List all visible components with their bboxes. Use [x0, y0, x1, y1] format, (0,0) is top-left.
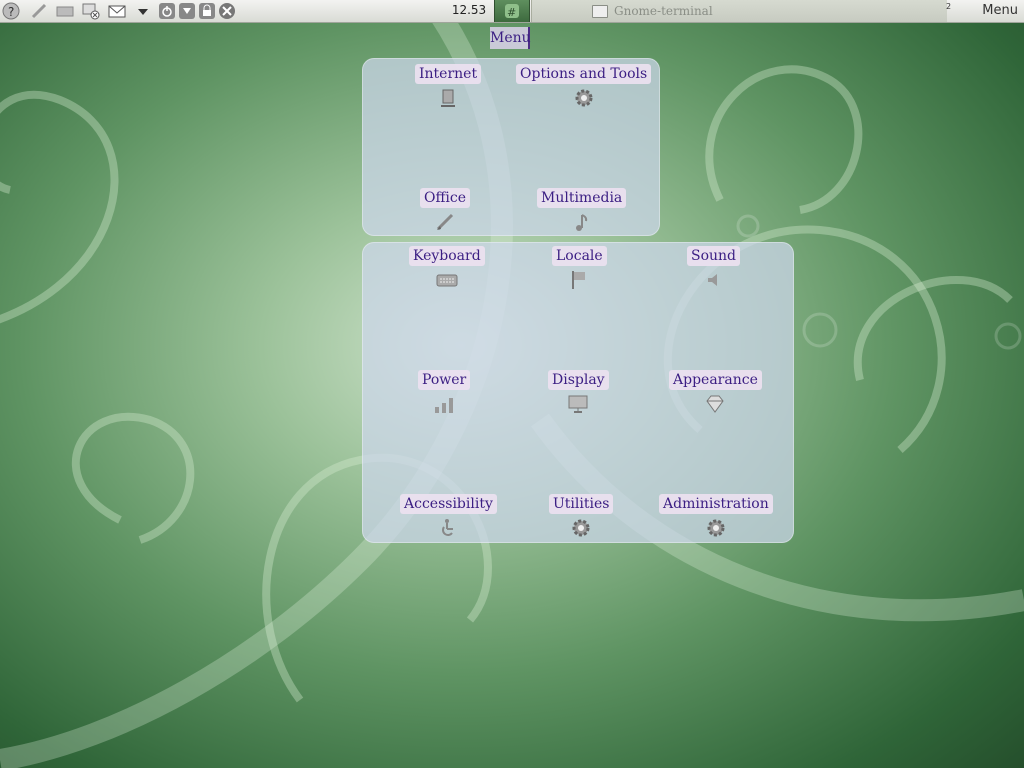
menu-item-label: Sound — [687, 246, 741, 266]
flag-icon — [568, 269, 590, 291]
menu-item-power[interactable]: Power — [418, 370, 471, 415]
logout-icon[interactable] — [218, 2, 236, 20]
pen-icon — [434, 211, 456, 233]
signal-bars-icon — [433, 393, 455, 415]
menu-item-label: Keyboard — [409, 246, 485, 266]
wheelchair-icon — [437, 517, 459, 539]
suspend-icon[interactable] — [178, 2, 196, 20]
dropdown-arrow-icon[interactable] — [134, 2, 152, 20]
battery-icon[interactable] — [56, 2, 74, 20]
menu-item-office[interactable]: Office — [420, 188, 471, 233]
network-computer-icon — [437, 87, 459, 109]
menu-item-internet[interactable]: Internet — [415, 64, 482, 109]
menu-group-applications: Internet Options and Tools Office Multim… — [362, 58, 660, 236]
lock-icon[interactable] — [198, 2, 216, 20]
menu-item-options-and-tools[interactable]: Options and Tools — [516, 64, 652, 109]
top-panel: ? 12.53 # Gnome-terminal 2 Menu — [0, 0, 1024, 23]
music-note-icon — [571, 211, 593, 233]
panel-menu-button[interactable]: Menu — [982, 3, 1018, 18]
menu-item-multimedia[interactable]: Multimedia — [537, 188, 627, 233]
menu-item-label: Multimedia — [537, 188, 627, 208]
menu-item-label: Power — [418, 370, 471, 390]
menu-item-sound[interactable]: Sound — [687, 246, 741, 291]
help-icon[interactable]: ? — [2, 2, 20, 20]
speaker-icon — [703, 269, 725, 291]
clock[interactable]: 12.53 — [446, 3, 492, 19]
menu-item-label: Display — [548, 370, 609, 390]
menu-item-appearance[interactable]: Appearance — [669, 370, 762, 415]
menu-item-label: Appearance — [669, 370, 762, 390]
gear-icon — [570, 517, 592, 539]
menu-item-utilities[interactable]: Utilities — [549, 494, 614, 539]
menu-item-label: Utilities — [549, 494, 614, 514]
chameleon-icon: # — [505, 4, 519, 19]
svg-text:#: # — [507, 6, 516, 19]
terminal-icon — [592, 4, 608, 18]
menu-item-label: Internet — [415, 64, 482, 84]
menu-item-label: Office — [420, 188, 471, 208]
menu-item-administration[interactable]: Administration — [659, 494, 773, 539]
taskbar-window-title: Gnome-terminal — [614, 4, 713, 18]
mail-icon[interactable] — [108, 2, 126, 20]
menu-item-label: Locale — [552, 246, 607, 266]
menu-title: Menu — [490, 27, 531, 49]
menu-item-label: Accessibility — [400, 494, 497, 514]
menu-item-label: Options and Tools — [516, 64, 652, 84]
menu-item-display[interactable]: Display — [548, 370, 609, 415]
gear-icon — [705, 517, 727, 539]
network-disconnected-icon[interactable] — [82, 2, 100, 20]
menu-item-label: Administration — [659, 494, 773, 514]
gear-icon — [573, 87, 595, 109]
menu-item-accessibility[interactable]: Accessibility — [400, 494, 497, 539]
menu-item-keyboard[interactable]: Keyboard — [409, 246, 485, 291]
diamond-icon — [704, 393, 726, 415]
taskbar-window-gnome-terminal[interactable]: Gnome-terminal — [531, 0, 947, 22]
workspace-number[interactable]: 2 — [946, 2, 951, 11]
monitor-icon — [567, 393, 589, 415]
keyboard-icon — [436, 269, 458, 291]
shutdown-icon[interactable] — [158, 2, 176, 20]
brush-icon[interactable] — [30, 2, 48, 20]
svg-text:?: ? — [8, 5, 14, 19]
menu-launcher-button[interactable]: # — [494, 0, 530, 22]
menu-group-settings: Keyboard Locale Sound Power Display Appe… — [362, 242, 794, 543]
menu-item-locale[interactable]: Locale — [552, 246, 607, 291]
